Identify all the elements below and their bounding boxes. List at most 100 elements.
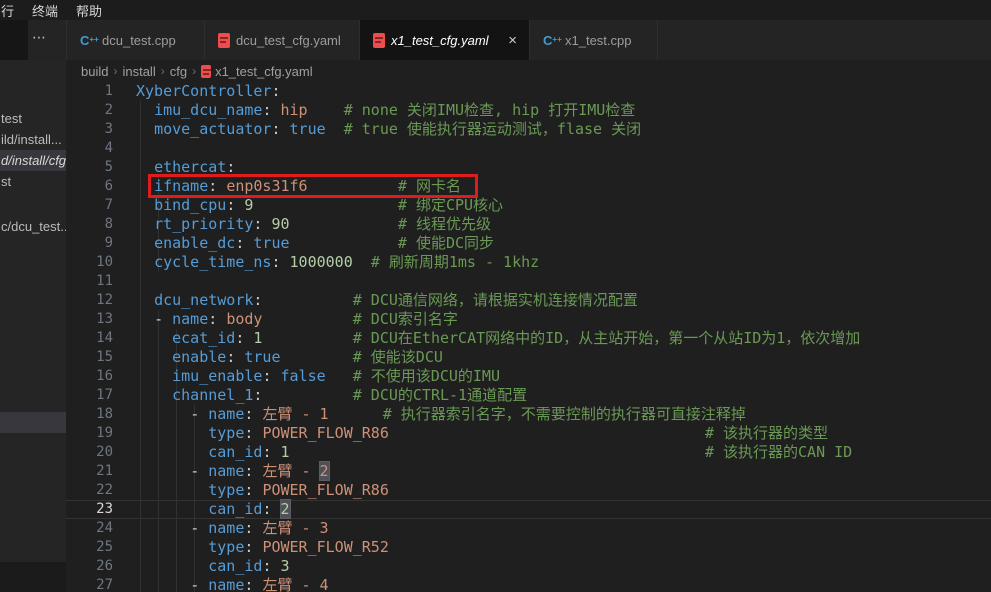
code-line[interactable]: 11 [66, 272, 991, 291]
line-content: can_id: 2 [136, 501, 290, 518]
line-number[interactable]: 24 [66, 519, 113, 538]
line-content: imu_dcu_name: hip # none 关闭IMU检查, hip 打开… [136, 101, 635, 120]
close-icon[interactable]: × [506, 33, 519, 48]
yaml-icon [373, 33, 385, 48]
line-number[interactable]: 13 [66, 310, 113, 329]
line-content: - name: 左臂 - 1 # 执行器索引名字，不需要控制的执行器可直接注释掉 [136, 405, 746, 424]
line-number[interactable]: 26 [66, 557, 113, 576]
line-number[interactable]: 2 [66, 101, 113, 120]
line-content: type: POWER_FLOW_R52 [136, 538, 389, 557]
line-number[interactable]: 7 [66, 196, 113, 215]
tab-bar: C dcu_test.cpp dcu_test_cfg.yaml x1_test… [66, 20, 991, 60]
code-line[interactable]: 10 cycle_time_ns: 1000000 # 刷新周期1ms - 1k… [66, 253, 991, 272]
code-line[interactable]: 27 - name: 左臂 - 4 [66, 576, 991, 592]
code-line[interactable]: 15 enable: true # 使能该DCU [66, 348, 991, 367]
line-number[interactable]: 10 [66, 253, 113, 272]
line-content: rt_priority: 90 # 线程优先级 [136, 215, 491, 234]
line-number[interactable]: 16 [66, 367, 113, 386]
code-line[interactable]: 3 move_actuator: true # true 使能执行器运动测试，f… [66, 120, 991, 139]
sidebar-item-install-cfg[interactable]: d/install/cfg [0, 150, 66, 171]
code-line[interactable]: 13 - name: body # DCU索引名字 [66, 310, 991, 329]
code-line[interactable]: 18 - name: 左臂 - 1 # 执行器索引名字，不需要控制的执行器可直接… [66, 405, 991, 424]
code-line[interactable]: 23 can_id: 2 [66, 500, 991, 519]
line-number[interactable]: 6 [66, 177, 113, 196]
tab-x1-test-cfg-yaml[interactable]: x1_test_cfg.yaml × [360, 20, 530, 60]
menu-item-terminal[interactable]: 终端 [23, 1, 67, 20]
code-line[interactable]: 24 - name: 左臂 - 3 [66, 519, 991, 538]
cpp-icon: C [80, 33, 96, 48]
tab-label: dcu_test_cfg.yaml [236, 33, 341, 48]
line-content: - name: 左臂 - 4 [136, 576, 329, 592]
code-editor[interactable]: 1XyberController:2 imu_dcu_name: hip # n… [66, 82, 991, 592]
line-number[interactable]: 18 [66, 405, 113, 424]
sidebar-selected-row[interactable] [0, 412, 66, 433]
code-line[interactable]: 20 can_id: 1 # 该执行器的CAN ID [66, 443, 991, 462]
line-number[interactable]: 19 [66, 424, 113, 443]
code-line[interactable]: 6 ifname: enp0s31f6 # 网卡名 [66, 177, 991, 196]
breadcrumb-item-build[interactable]: build [81, 64, 108, 79]
code-line[interactable]: 14 ecat_id: 1 # DCU在EtherCAT网络中的ID，从主站开始… [66, 329, 991, 348]
more-actions-icon[interactable]: ⋯ [32, 29, 47, 46]
code-line[interactable]: 25 type: POWER_FLOW_R52 [66, 538, 991, 557]
tab-dcu-test-cfg-yaml[interactable]: dcu_test_cfg.yaml [205, 20, 360, 60]
line-content: XyberController: [136, 82, 281, 101]
code-line[interactable]: 26 can_id: 3 [66, 557, 991, 576]
line-content: can_id: 3 [136, 557, 290, 576]
line-number[interactable]: 1 [66, 82, 113, 101]
chevron-right-icon: › [160, 64, 166, 78]
breadcrumb: build › install › cfg › x1_test_cfg.yaml [66, 60, 991, 82]
code-line[interactable]: 19 type: POWER_FLOW_R86 # 该执行器的类型 [66, 424, 991, 443]
line-content: - name: 左臂 - 2 [136, 462, 329, 481]
line-content: ifname: enp0s31f6 # 网卡名 [136, 177, 461, 196]
line-content: cycle_time_ns: 1000000 # 刷新周期1ms - 1khz [136, 253, 539, 272]
sidebar-item-dcu-test[interactable]: c/dcu_test... [0, 216, 66, 237]
code-line[interactable]: 7 bind_cpu: 9 # 绑定CPU核心 [66, 196, 991, 215]
line-number[interactable]: 3 [66, 120, 113, 139]
line-number[interactable]: 21 [66, 462, 113, 481]
line-number[interactable]: 9 [66, 234, 113, 253]
line-number[interactable]: 17 [66, 386, 113, 405]
line-number[interactable]: 23 [66, 501, 113, 518]
line-number[interactable]: 20 [66, 443, 113, 462]
code-line[interactable]: 2 imu_dcu_name: hip # none 关闭IMU检查, hip … [66, 101, 991, 120]
breadcrumb-item-install[interactable]: install [122, 64, 155, 79]
yaml-icon [201, 65, 211, 78]
line-number[interactable]: 11 [66, 272, 113, 291]
code-line[interactable]: 4 [66, 139, 991, 158]
sidebar-header: ⋯ [0, 20, 66, 60]
sidebar-item-st[interactable]: st [0, 171, 66, 192]
line-number[interactable]: 14 [66, 329, 113, 348]
line-number[interactable]: 27 [66, 576, 113, 592]
line-number[interactable]: 8 [66, 215, 113, 234]
line-content: imu_enable: false # 不使用该DCU的IMU [136, 367, 500, 386]
sidebar-item-test[interactable]: test [0, 108, 66, 129]
line-content: move_actuator: true # true 使能执行器运动测试，fla… [136, 120, 641, 139]
sidebar-item-install[interactable]: ild/install... [0, 129, 66, 150]
tab-dcu-test-cpp[interactable]: C dcu_test.cpp [66, 20, 205, 60]
line-number[interactable]: 25 [66, 538, 113, 557]
code-line[interactable]: 12 dcu_network: # DCU通信网络，请根据实机连接情况配置 [66, 291, 991, 310]
line-number[interactable]: 15 [66, 348, 113, 367]
line-content: bind_cpu: 9 # 绑定CPU核心 [136, 196, 503, 215]
line-number[interactable]: 12 [66, 291, 113, 310]
breadcrumb-file[interactable]: x1_test_cfg.yaml [215, 64, 313, 79]
code-line[interactable]: 16 imu_enable: false # 不使用该DCU的IMU [66, 367, 991, 386]
line-content: ecat_id: 1 # DCU在EtherCAT网络中的ID，从主站开始，第一… [136, 329, 860, 348]
tab-x1-test-cpp[interactable]: C x1_test.cpp [530, 20, 658, 60]
code-line[interactable]: 8 rt_priority: 90 # 线程优先级 [66, 215, 991, 234]
line-number[interactable]: 22 [66, 481, 113, 500]
line-content: - name: 左臂 - 3 [136, 519, 329, 538]
code-line[interactable]: 21 - name: 左臂 - 2 [66, 462, 991, 481]
line-content: enable_dc: true # 使能DC同步 [136, 234, 494, 253]
code-line[interactable]: 5 ethercat: [66, 158, 991, 177]
menu-item-help[interactable]: 帮助 [67, 1, 111, 20]
menu-item-run[interactable]: 行 [0, 1, 23, 20]
line-number[interactable]: 5 [66, 158, 113, 177]
code-line[interactable]: 9 enable_dc: true # 使能DC同步 [66, 234, 991, 253]
vscode-window: 行 终端 帮助 ⋯ test ild/install... d/install/… [0, 0, 991, 592]
line-number[interactable]: 4 [66, 139, 113, 158]
code-line[interactable]: 1 XyberController: [66, 82, 991, 101]
code-line[interactable]: 22 type: POWER_FLOW_R86 [66, 481, 991, 500]
breadcrumb-item-cfg[interactable]: cfg [170, 64, 187, 79]
code-line[interactable]: 17 channel_1: # DCU的CTRL-1通道配置 [66, 386, 991, 405]
